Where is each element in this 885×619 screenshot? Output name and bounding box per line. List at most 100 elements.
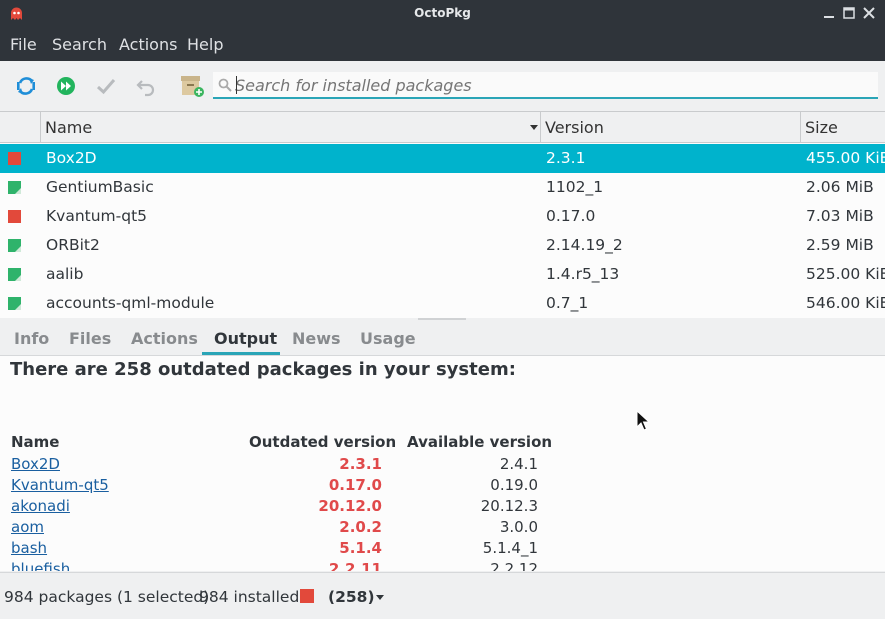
package-name: GentiumBasic <box>46 178 154 196</box>
package-version: 1.4.r5_13 <box>546 265 620 283</box>
package-row[interactable]: ORBit2 2.14.19_2 2.59 MiB <box>0 231 885 260</box>
outdated-version: 2.3.1 <box>339 455 382 473</box>
outdated-package-row: akonadi 20.12.0 20.12.3 <box>0 497 600 518</box>
outdated-version: 2.2.11 <box>328 560 382 571</box>
package-size: 2.59 MiB <box>806 236 874 254</box>
installed-status-icon <box>8 268 21 281</box>
package-row[interactable]: aalib 1.4.r5_13 525.00 KiB <box>0 260 885 289</box>
sync-icon[interactable] <box>13 73 39 99</box>
outdated-version: 2.0.2 <box>339 518 382 536</box>
package-link[interactable]: aom <box>11 518 44 536</box>
package-size: 455.00 KiB <box>806 149 885 167</box>
outdated-version: 0.17.0 <box>328 476 382 494</box>
search-field[interactable] <box>213 72 878 99</box>
outdated-status-icon <box>8 210 21 223</box>
package-row[interactable]: GentiumBasic 1102_1 2.06 MiB <box>0 173 885 202</box>
package-name: ORBit2 <box>46 236 100 254</box>
menu-actions[interactable]: Actions <box>119 35 177 54</box>
installed-status-icon <box>8 297 21 310</box>
package-version: 0.17.0 <box>546 207 596 225</box>
outdated-version: 20.12.0 <box>318 497 382 515</box>
outdated-count[interactable]: (258) <box>328 588 375 606</box>
search-input[interactable] <box>235 74 865 96</box>
header-status[interactable] <box>0 112 41 143</box>
package-link[interactable]: bluefish <box>11 560 70 571</box>
tab-output[interactable]: Output <box>214 329 277 348</box>
package-name: aalib <box>46 265 84 283</box>
available-version: 2.4.1 <box>499 455 538 473</box>
window-title: OctoPkg <box>414 6 471 20</box>
package-size: 546.00 KiB <box>806 294 885 312</box>
output-header-name: Name <box>11 433 60 451</box>
install-local-package-icon[interactable] <box>179 72 205 98</box>
outdated-package-row: Box2D 2.3.1 2.4.1 <box>0 455 600 476</box>
package-link[interactable]: Box2D <box>11 455 60 473</box>
package-count: 984 packages (1 selected) <box>4 588 210 606</box>
available-version: 2.2.12 <box>490 560 538 571</box>
menu-search[interactable]: Search <box>52 35 107 54</box>
octopkg-window: OctoPkg File Search Actions Help Search … <box>0 0 885 619</box>
tab-actions[interactable]: Actions <box>131 329 198 348</box>
package-link[interactable]: Kvantum-qt5 <box>11 476 109 494</box>
tab-usage[interactable]: Usage <box>360 329 416 348</box>
outdated-package-row: aom 2.0.2 3.0.0 <box>0 518 600 539</box>
available-version: 5.1.4_1 <box>482 539 538 557</box>
header-size[interactable]: Size <box>800 112 885 143</box>
search-icon <box>218 78 232 92</box>
package-name: Kvantum-qt5 <box>46 207 148 225</box>
tab-bar: Info Files Actions Output News Usage <box>0 320 885 356</box>
available-version: 0.19.0 <box>490 476 538 494</box>
outdated-version: 5.1.4 <box>339 539 382 557</box>
table-header: Name Version Size <box>0 112 885 143</box>
header-name[interactable]: Name <box>40 112 541 143</box>
menu-file[interactable]: File <box>10 35 37 54</box>
available-version: 3.0.0 <box>499 518 538 536</box>
menu-bar: File Search Actions Help <box>0 28 885 61</box>
tab-files[interactable]: Files <box>69 329 111 348</box>
package-row[interactable]: Kvantum-qt5 0.17.0 7.03 MiB <box>0 202 885 231</box>
package-table[interactable]: Name Version Size Box2D 2.3.1 455.00 KiB… <box>0 111 885 318</box>
header-version[interactable]: Version <box>540 112 801 143</box>
installed-status-icon <box>8 239 21 252</box>
package-version: 0.7_1 <box>546 294 589 312</box>
package-link[interactable]: akonadi <box>11 497 70 515</box>
output-panel: There are 258 outdated packages in your … <box>0 356 885 571</box>
outdated-package-row: Kvantum-qt5 0.17.0 0.19.0 <box>0 476 600 497</box>
outdated-status-icon <box>8 152 21 165</box>
installed-status-icon <box>8 181 21 194</box>
commit-icon[interactable] <box>53 73 79 99</box>
title-bar: OctoPkg <box>0 0 885 28</box>
header-version-label: Version <box>545 118 604 137</box>
header-name-label: Name <box>45 118 93 137</box>
chevron-down-icon[interactable] <box>376 595 384 600</box>
package-version: 2.14.19_2 <box>546 236 623 254</box>
package-size: 525.00 KiB <box>806 265 885 283</box>
package-size: 2.06 MiB <box>806 178 874 196</box>
package-version: 2.3.1 <box>546 149 586 167</box>
undo-icon[interactable] <box>133 73 159 99</box>
output-heading: There are 258 outdated packages in your … <box>10 359 516 380</box>
text-cursor <box>236 76 237 94</box>
package-row[interactable]: Box2D 2.3.1 455.00 KiB <box>0 144 885 173</box>
outdated-package-row: bash 5.1.4 5.1.4_1 <box>0 539 600 560</box>
tab-info[interactable]: Info <box>14 329 49 348</box>
package-version: 1102_1 <box>546 178 604 196</box>
active-tab-indicator <box>202 352 280 355</box>
tab-news[interactable]: News <box>292 329 341 348</box>
output-header-outdated: Outdated version <box>249 433 397 451</box>
header-size-label: Size <box>805 118 838 137</box>
checkmark-icon[interactable] <box>93 73 119 99</box>
close-icon[interactable] <box>861 5 877 21</box>
status-bar: 984 packages (1 selected) 984 installed … <box>0 572 885 619</box>
available-version: 20.12.3 <box>480 497 538 515</box>
sort-descending-icon <box>530 125 538 130</box>
package-row[interactable]: accounts-qml-module 0.7_1 546.00 KiB <box>0 289 885 318</box>
menu-help[interactable]: Help <box>187 35 223 54</box>
output-header-available: Available version <box>407 433 553 451</box>
package-name: accounts-qml-module <box>46 294 215 312</box>
maximize-icon[interactable] <box>841 5 857 21</box>
package-link[interactable]: bash <box>11 539 47 557</box>
minimize-icon[interactable] <box>821 5 837 21</box>
outdated-package-row: bluefish 2.2.11 2.2.12 <box>0 560 600 571</box>
package-size: 7.03 MiB <box>806 207 874 225</box>
